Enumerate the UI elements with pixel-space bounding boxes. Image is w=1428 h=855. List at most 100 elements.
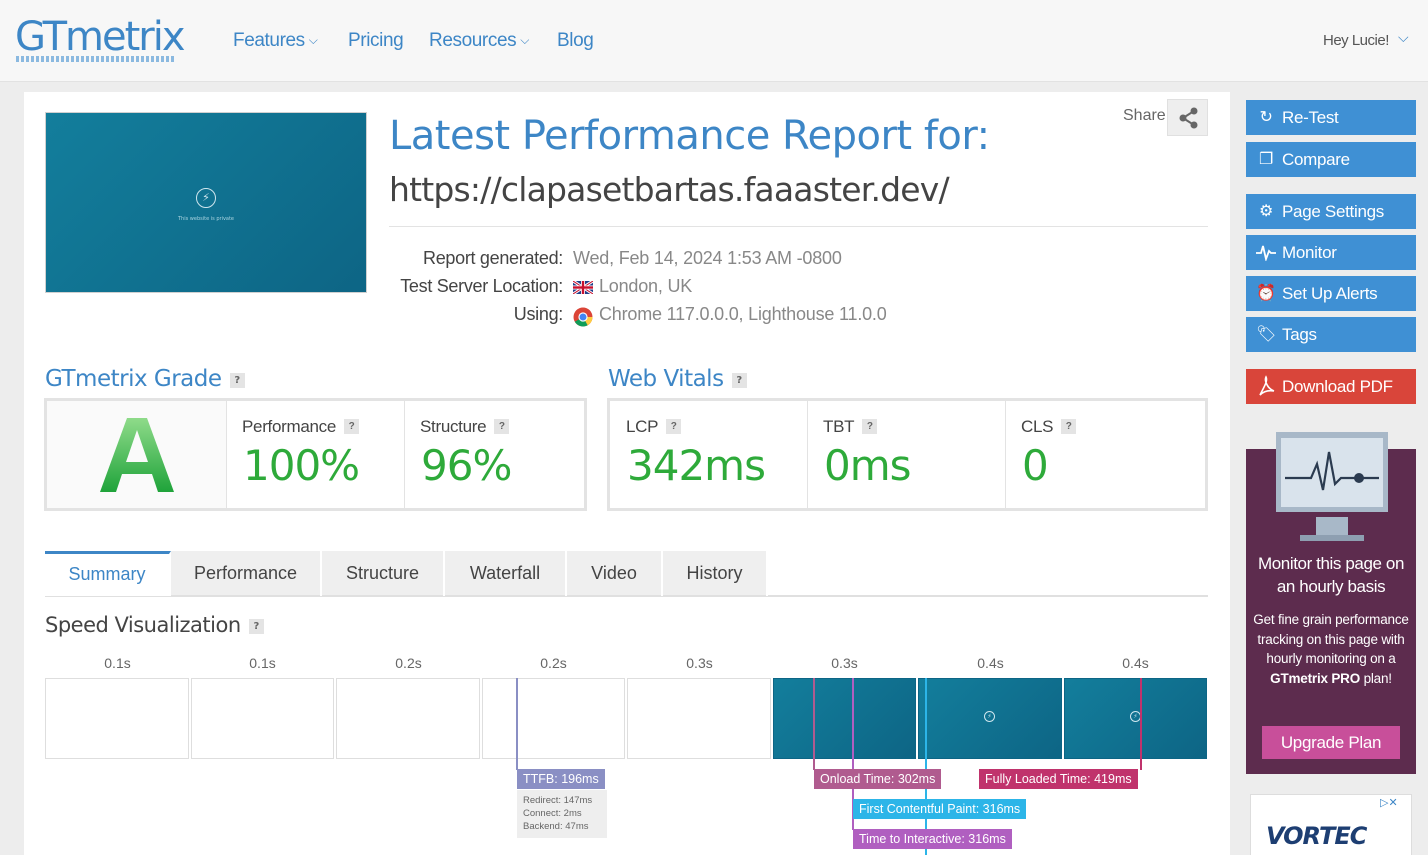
tbt-label-text: TBT [823, 417, 855, 436]
filmstrip-frame[interactable] [773, 678, 916, 759]
promo-title: Monitor this page on an hourly basis [1257, 554, 1405, 596]
meta-label-generated: Report generated: [423, 248, 563, 268]
download-pdf-button[interactable]: Download PDF [1246, 369, 1416, 404]
fcp-tag: First Contentful Paint: 316ms [853, 799, 1027, 819]
upgrade-plan-button[interactable]: Upgrade Plan [1262, 726, 1400, 759]
speed-visualization-title: Speed Visualization? [45, 613, 264, 637]
tab-video[interactable]: Video [567, 551, 663, 596]
cls-label-text: CLS [1021, 417, 1054, 436]
thumbnail-caption: This website is private [177, 216, 235, 222]
structure-label: Structure? [420, 417, 510, 437]
tab-waterfall[interactable]: Waterfall [445, 551, 567, 596]
cls-value: 0 [1022, 441, 1049, 490]
help-icon[interactable]: ? [862, 419, 878, 434]
help-icon[interactable]: ? [1061, 419, 1077, 434]
grade-section-title: GTmetrix Grade? [45, 366, 245, 392]
meta-value-generated: Wed, Feb 14, 2024 1:53 AM -0800 [573, 248, 842, 268]
meta-value-location: London, UK [599, 276, 693, 296]
chevron-down-icon: ⌵ [308, 33, 318, 47]
alarm-icon: ⏰ [1256, 285, 1276, 302]
tag-icon: 🏷 [1256, 326, 1277, 343]
page-settings-label: Page Settings [1282, 202, 1384, 221]
page-settings-button[interactable]: ⚙ Page Settings [1246, 194, 1416, 229]
timeline-tick: 0.1s [104, 655, 131, 671]
gtmetrix-logo[interactable]: GTmetrix [15, 14, 185, 60]
copy-icon: ❐ [1258, 151, 1274, 168]
tbt-label: TBT? [823, 417, 878, 437]
tbt-value: 0ms [824, 441, 912, 490]
web-vitals-section-title: Web Vitals? [608, 366, 747, 392]
filmstrip-frame[interactable] [191, 678, 334, 759]
performance-label-text: Performance [242, 417, 337, 436]
help-icon[interactable]: ? [344, 419, 360, 434]
compare-label: Compare [1282, 150, 1350, 169]
bolt-icon: ⚡ [984, 711, 995, 722]
grade-title-text: GTmetrix Grade [45, 366, 222, 392]
promo-brand: GTmetrix PRO [1270, 670, 1361, 686]
nav-blog[interactable]: Blog [557, 30, 594, 52]
fully-loaded-marker-line [1140, 678, 1142, 770]
share-button[interactable] [1167, 99, 1208, 136]
grade-letter [100, 418, 174, 492]
bolt-icon: ⚡ [196, 188, 216, 208]
ad-logo-text: VORTEC [1266, 822, 1367, 850]
tags-label: Tags [1282, 325, 1317, 344]
ad-close-icon[interactable]: ▷✕ [1380, 796, 1398, 809]
help-icon[interactable]: ? [229, 373, 245, 388]
filmstrip-frame[interactable]: ⚡ [918, 678, 1062, 759]
lcp-value: 342ms [627, 441, 766, 490]
share-label: Share [1123, 107, 1166, 124]
tab-performance[interactable]: Performance [171, 551, 322, 596]
backend-time: Backend: 47ms [523, 821, 589, 832]
filmstrip-frame[interactable] [627, 678, 771, 759]
help-icon[interactable]: ? [494, 419, 510, 434]
nav-resources[interactable]: Resources ⌵ [429, 30, 529, 52]
cls-label: CLS? [1021, 417, 1077, 437]
tti-tag: Time to Interactive: 316ms [853, 829, 1012, 849]
nav-pricing[interactable]: Pricing [348, 30, 404, 52]
tab-history[interactable]: History [663, 551, 768, 596]
filmstrip-frame[interactable] [45, 678, 189, 759]
filmstrip-frame[interactable] [336, 678, 480, 759]
ttfb-tag: TTFB: 196ms [517, 769, 605, 789]
meta-label-using: Using: [513, 304, 564, 324]
page-title: Latest Performance Report for: [389, 113, 990, 159]
lcp-label: LCP? [626, 417, 682, 437]
tab-structure[interactable]: Structure [322, 551, 445, 596]
heartbeat-chart-icon [1285, 451, 1379, 491]
tab-summary[interactable]: Summary [45, 551, 171, 596]
monitor-label: Monitor [1282, 243, 1337, 262]
performance-label: Performance? [242, 417, 360, 437]
monitor-button[interactable]: Monitor [1246, 235, 1416, 270]
divider [807, 401, 808, 508]
timeline-tick: 0.4s [977, 655, 1004, 671]
promo-body: Get fine grain performance tracking on t… [1252, 610, 1410, 688]
timeline-tick: 0.2s [540, 655, 567, 671]
nav-features[interactable]: Features ⌵ [233, 30, 318, 52]
help-icon[interactable]: ? [666, 419, 682, 434]
timeline-tick: 0.3s [831, 655, 858, 671]
pdf-icon [1259, 375, 1275, 396]
tags-button[interactable]: 🏷 Tags [1246, 317, 1416, 352]
filmstrip-frame[interactable]: ⚡ [1064, 678, 1207, 759]
report-url[interactable]: https://clapasetbartas.faaaster.dev/ [389, 170, 950, 209]
timeline-tick: 0.2s [395, 655, 422, 671]
promo-body-text: Get fine grain performance tracking on t… [1253, 612, 1409, 666]
connect-time: Connect: 2ms [523, 808, 582, 819]
top-navigation-bar [0, 0, 1428, 82]
timeline-tick: 0.1s [249, 655, 276, 671]
help-icon[interactable]: ? [731, 373, 747, 388]
redirect-time: Redirect: 147ms [523, 795, 593, 806]
divider [226, 401, 227, 508]
retest-button[interactable]: ↻ Re-Test [1246, 100, 1416, 135]
web-vitals-title-text: Web Vitals [608, 366, 724, 392]
divider [404, 401, 405, 508]
ttfb-marker-line [516, 678, 518, 770]
filmstrip-frame[interactable] [482, 678, 625, 759]
compare-button[interactable]: ❐ Compare [1246, 142, 1416, 177]
pulse-icon [1256, 245, 1276, 261]
set-up-alerts-button[interactable]: ⏰ Set Up Alerts [1246, 276, 1416, 311]
help-icon[interactable]: ? [248, 619, 264, 634]
chevron-down-icon[interactable]: ⌵ [1398, 30, 1409, 46]
user-menu[interactable]: Hey Lucie! [1323, 32, 1389, 49]
